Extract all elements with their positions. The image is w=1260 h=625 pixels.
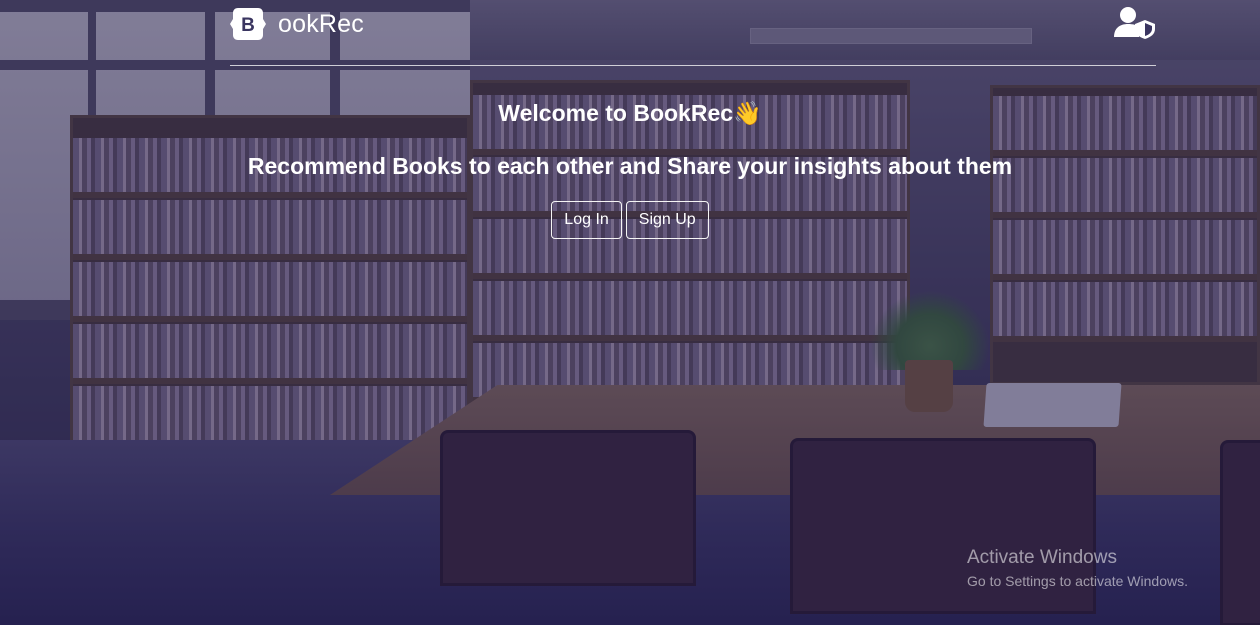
navbar: B ookRec — [230, 0, 1156, 66]
watermark-title: Activate Windows — [967, 547, 1117, 568]
bootstrap-logo-icon: B — [230, 8, 266, 40]
welcome-heading: Welcome to BookRec👋 — [498, 100, 762, 126]
watermark-subtitle: Go to Settings to activate Windows. — [967, 573, 1188, 589]
user-shield-icon[interactable] — [1114, 6, 1156, 40]
brand-letter: B — [241, 15, 255, 36]
brand-name: ookRec — [278, 9, 364, 38]
background-library-image — [0, 0, 1260, 625]
login-button[interactable]: Log In — [551, 201, 622, 239]
signup-button[interactable]: Sign Up — [625, 201, 709, 239]
activate-windows-watermark: Activate Windows Go to Settings to activ… — [967, 547, 1188, 589]
tagline-heading: Recommend Books to each other and Share … — [247, 153, 1013, 179]
brand-link[interactable]: B ookRec — [230, 8, 364, 40]
auth-buttons: Log In Sign Up — [0, 201, 1260, 239]
